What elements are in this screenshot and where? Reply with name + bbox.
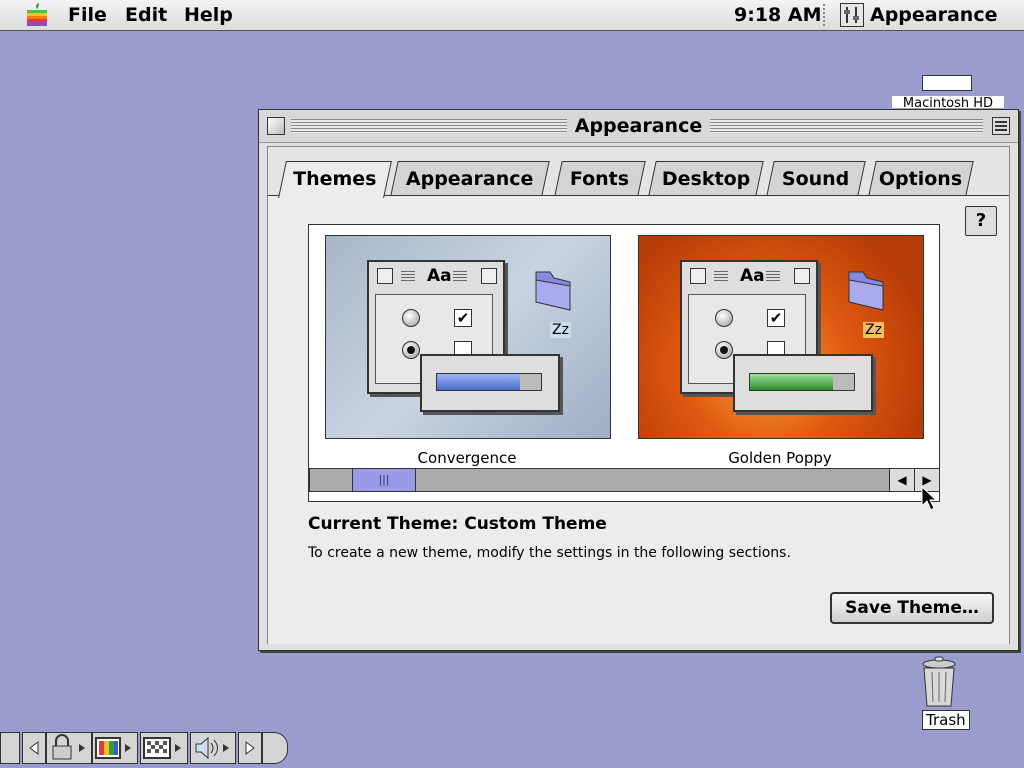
theme-name-golden-poppy[interactable]: Golden Poppy	[638, 449, 922, 467]
menu-edit[interactable]: Edit	[125, 4, 167, 26]
collapse-box[interactable]	[992, 117, 1010, 135]
monitor-resolution-icon[interactable]	[140, 732, 188, 764]
sample-progress-window	[420, 354, 560, 412]
sample-progress-window	[733, 354, 873, 412]
theme-description: To create a new theme, modify the settin…	[308, 545, 791, 561]
menu-file[interactable]: File	[68, 4, 107, 26]
sample-checkbox-checked: ✔	[454, 309, 472, 327]
control-strip-scroll-right-icon[interactable]	[238, 732, 262, 764]
theme-list-scrollbar[interactable]: ||| ◀ ▶	[309, 468, 940, 500]
sample-close-box	[690, 268, 706, 284]
control-strip-tab-icon[interactable]	[262, 732, 288, 764]
close-box[interactable]	[267, 117, 285, 135]
scrollbar-track[interactable]: |||	[309, 468, 891, 492]
sample-close-box	[377, 268, 393, 284]
tab-appearance[interactable]: Appearance	[390, 161, 550, 196]
control-strip-scroll-left-icon[interactable]	[22, 732, 46, 764]
tab-desktop[interactable]: Desktop	[648, 161, 764, 196]
appearance-window: Appearance Themes Appearance Fonts Deskt…	[258, 109, 1019, 651]
theme-name-convergence[interactable]: Convergence	[325, 449, 609, 467]
title-bar-stripes	[291, 119, 983, 133]
themes-panel: ? Aa ✔ Zz Convergence Aa ✔ Zz Golden Pop…	[268, 195, 1009, 644]
control-strip-close-icon[interactable]	[0, 732, 20, 764]
application-menu-label[interactable]: Appearance	[870, 4, 997, 26]
control-strip	[0, 732, 290, 764]
scrollbar-thumb[interactable]: |||	[352, 469, 416, 491]
tab-sound[interactable]: Sound	[766, 161, 866, 196]
sample-text: Aa	[427, 266, 452, 286]
sample-progress-fill	[750, 374, 834, 390]
theme-thumbnail-golden-poppy[interactable]: Aa ✔ Zz	[638, 235, 924, 439]
trash-label[interactable]: Trash	[922, 710, 970, 730]
sound-volume-icon[interactable]	[190, 732, 236, 764]
sample-radio-selected	[402, 341, 420, 359]
file-sharing-icon[interactable]	[46, 732, 92, 764]
trash-icon[interactable]	[920, 656, 958, 708]
application-menu-icon[interactable]	[840, 3, 864, 27]
menu-clock[interactable]: 9:18 AM	[734, 4, 822, 26]
hard-disk-label[interactable]: Macintosh HD	[892, 96, 1004, 108]
save-theme-button[interactable]: Save Theme…	[830, 592, 994, 624]
menu-bar: File Edit Help 9:18 AM Appearance	[0, 0, 1024, 31]
mouse-cursor-icon	[921, 486, 937, 511]
folder-label: Zz	[863, 322, 884, 338]
sample-progress-fill	[437, 374, 521, 390]
sample-zoom-box	[794, 268, 810, 284]
help-button[interactable]: ?	[965, 206, 997, 236]
tab-themes[interactable]: Themes	[278, 161, 392, 198]
tab-fonts[interactable]: Fonts	[554, 161, 646, 196]
window-title-bar[interactable]: Appearance	[259, 110, 1018, 143]
tab-options[interactable]: Options	[868, 161, 974, 196]
sample-radio	[402, 309, 420, 327]
menu-separator	[823, 4, 831, 26]
window-content: Themes Appearance Fonts Desktop Sound Op…	[267, 146, 1010, 644]
theme-list[interactable]: Aa ✔ Zz Convergence Aa ✔ Zz Golden Poppy…	[308, 224, 940, 502]
scroll-left-arrow-icon[interactable]: ◀	[889, 468, 915, 492]
apple-menu-icon[interactable]	[26, 3, 48, 27]
sample-text: Aa	[740, 266, 765, 286]
sample-radio-selected	[715, 341, 733, 359]
menu-help[interactable]: Help	[184, 4, 233, 26]
folder-icon	[848, 271, 884, 311]
sample-zoom-box	[481, 268, 497, 284]
sample-radio	[715, 309, 733, 327]
current-theme-label: Current Theme: Custom Theme	[308, 514, 607, 534]
monitor-bit-depth-icon[interactable]	[92, 732, 138, 764]
folder-icon	[535, 271, 571, 311]
theme-thumbnail-convergence[interactable]: Aa ✔ Zz	[325, 235, 611, 439]
hard-disk-icon[interactable]	[922, 75, 972, 91]
sample-checkbox-checked: ✔	[767, 309, 785, 327]
folder-label: Zz	[550, 322, 571, 338]
